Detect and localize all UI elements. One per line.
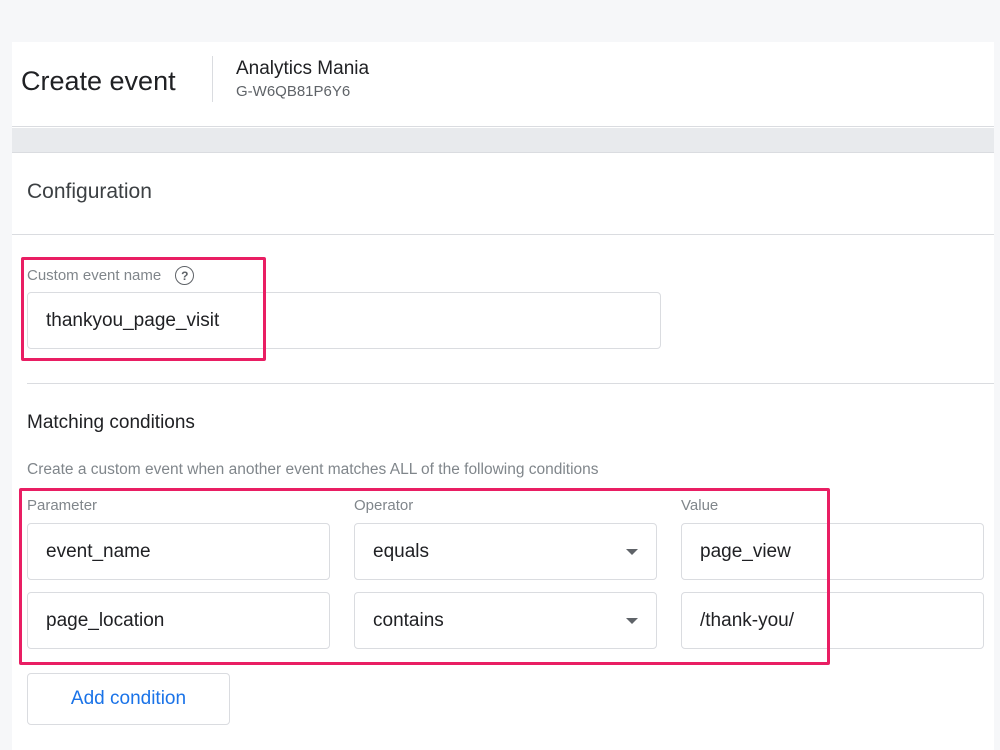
account-name: Analytics Mania	[236, 58, 370, 79]
parameter-column-label: Parameter	[27, 497, 98, 514]
condition-parameter-value: event_name	[46, 540, 151, 562]
section-divider	[12, 234, 994, 235]
value-column-label: Value	[681, 497, 719, 514]
property-id: G-W6QB81P6Y6	[236, 83, 351, 100]
custom-event-name-label-text: Custom event name	[27, 267, 162, 284]
condition-operator-value: equals	[373, 540, 429, 562]
matching-conditions-description: Create a custom event when another event…	[27, 461, 599, 478]
operator-column-label: Operator	[354, 497, 414, 514]
condition-operator-select[interactable]: contains	[354, 592, 657, 649]
condition-value-input[interactable]: /thank-you/	[681, 592, 984, 649]
header-band	[12, 128, 994, 153]
section-divider-2	[27, 383, 994, 384]
add-condition-button[interactable]: Add condition	[27, 673, 230, 725]
create-event-panel: Create event Analytics Mania G-W6QB81P6Y…	[12, 42, 994, 750]
condition-operator-select[interactable]: equals	[354, 523, 657, 580]
condition-value-text: /thank-you/	[700, 609, 794, 631]
page-header: Create event Analytics Mania G-W6QB81P6Y…	[12, 42, 994, 127]
condition-parameter-value: page_location	[46, 609, 165, 631]
dropdown-arrow-icon	[626, 549, 638, 555]
help-circle-icon[interactable]: ?	[175, 266, 195, 285]
page-title: Create event	[21, 66, 176, 96]
matching-conditions-title: Matching conditions	[27, 412, 195, 433]
condition-parameter-input[interactable]: event_name	[27, 523, 330, 580]
configuration-title: Configuration	[27, 180, 152, 203]
condition-value-input[interactable]: page_view	[681, 523, 984, 580]
condition-operator-value: contains	[373, 609, 444, 631]
condition-parameter-input[interactable]: page_location	[27, 592, 330, 649]
custom-event-name-value: thankyou_page_visit	[46, 309, 220, 331]
condition-value-text: page_view	[700, 540, 791, 562]
custom-event-name-input[interactable]: thankyou_page_visit	[27, 292, 661, 349]
dropdown-arrow-icon	[626, 618, 638, 624]
header-divider	[212, 56, 213, 102]
custom-event-name-label: Custom event name ?	[27, 266, 195, 285]
